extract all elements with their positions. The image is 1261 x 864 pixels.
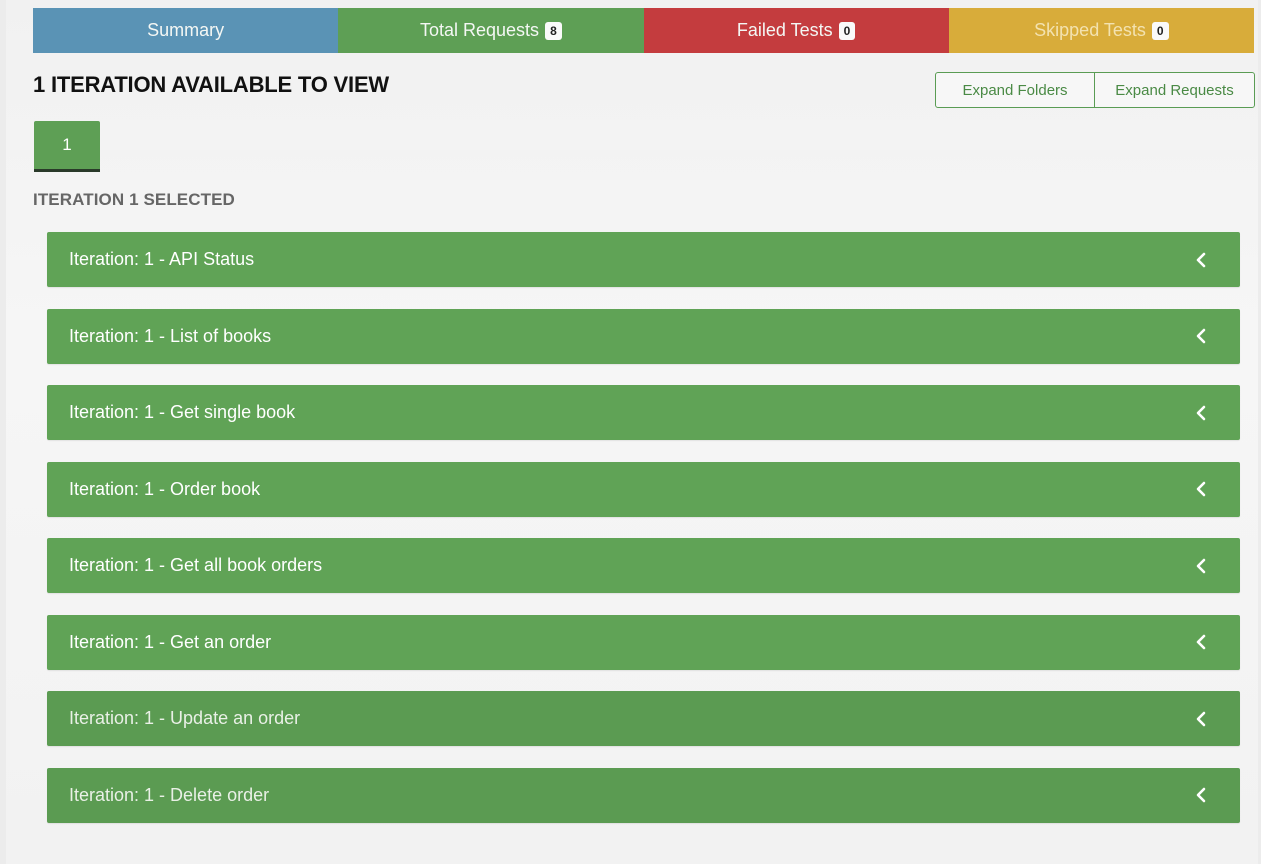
request-row-api-status[interactable]: Iteration: 1 - API Status — [47, 232, 1240, 287]
tab-failed-tests-label: Failed Tests — [736, 20, 833, 40]
expand-button-group: Expand Folders Expand Requests — [935, 72, 1255, 108]
request-row-label: Iteration: 1 - Order book — [69, 478, 261, 499]
chevron-left-icon[interactable] — [1190, 402, 1212, 424]
request-row-label: Iteration: 1 - Get all book orders — [69, 555, 323, 575]
chevron-left-icon[interactable] — [1190, 478, 1212, 500]
chevron-left-icon[interactable] — [1190, 631, 1212, 653]
request-row-label: Iteration: 1 - Update an order — [69, 708, 301, 728]
expand-folders-button[interactable]: Expand Folders — [936, 73, 1094, 107]
request-row-order-book[interactable]: Iteration: 1 - Order book — [47, 461, 1240, 517]
chevron-left-icon[interactable] — [1190, 555, 1212, 577]
request-row-get-single-book[interactable]: Iteration: 1 - Get single book — [47, 385, 1240, 440]
expand-requests-button[interactable]: Expand Requests — [1094, 73, 1254, 107]
tab-skipped-tests-label: Skipped Tests — [1034, 20, 1146, 40]
tab-total-requests-label: Total Requests — [419, 20, 540, 40]
request-list: Iteration: 1 - API Status Iteration: 1 -… — [47, 232, 1240, 844]
tab-total-requests[interactable]: Total Requests 8 — [338, 8, 644, 53]
report-page: Summary Total Requests 8 Failed Tests 0 … — [6, 0, 1258, 864]
request-row-get-all-book-orders[interactable]: Iteration: 1 - Get all book orders — [47, 538, 1240, 593]
chevron-left-icon[interactable] — [1190, 784, 1212, 806]
request-row-list-of-books[interactable]: Iteration: 1 - List of books — [47, 308, 1240, 364]
tab-summary-label: Summary — [147, 20, 225, 40]
request-row-label: Iteration: 1 - API Status — [69, 249, 255, 269]
chevron-left-icon[interactable] — [1190, 325, 1212, 347]
request-row-update-an-order[interactable]: Iteration: 1 - Update an order — [47, 691, 1240, 746]
total-requests-badge: 8 — [545, 21, 562, 40]
tab-skipped-tests[interactable]: Skipped Tests 0 — [948, 8, 1254, 53]
iterations-heading: 1 ITERATION AVAILABLE TO VIEW — [33, 72, 389, 97]
request-row-label: Iteration: 1 - Get an order — [69, 631, 272, 652]
skipped-tests-badge: 0 — [1151, 21, 1169, 40]
request-row-label: Iteration: 1 - Get single book — [69, 402, 296, 422]
chevron-left-icon[interactable] — [1190, 249, 1212, 271]
tab-failed-tests[interactable]: Failed Tests 0 — [643, 8, 949, 53]
failed-tests-badge: 0 — [838, 21, 856, 40]
summary-tabs: Summary Total Requests 8 Failed Tests 0 … — [33, 8, 1254, 53]
request-row-get-an-order[interactable]: Iteration: 1 - Get an order — [47, 614, 1240, 670]
request-row-delete-order[interactable]: Iteration: 1 - Delete order — [47, 767, 1240, 823]
iteration-selected-label: ITERATION 1 SELECTED — [33, 190, 235, 209]
request-row-label: Iteration: 1 - Delete order — [69, 784, 270, 805]
chevron-left-icon[interactable] — [1190, 708, 1212, 730]
tab-summary[interactable]: Summary — [33, 8, 339, 53]
request-row-label: Iteration: 1 - List of books — [69, 325, 272, 346]
iteration-tab-1[interactable]: 1 — [34, 121, 100, 172]
